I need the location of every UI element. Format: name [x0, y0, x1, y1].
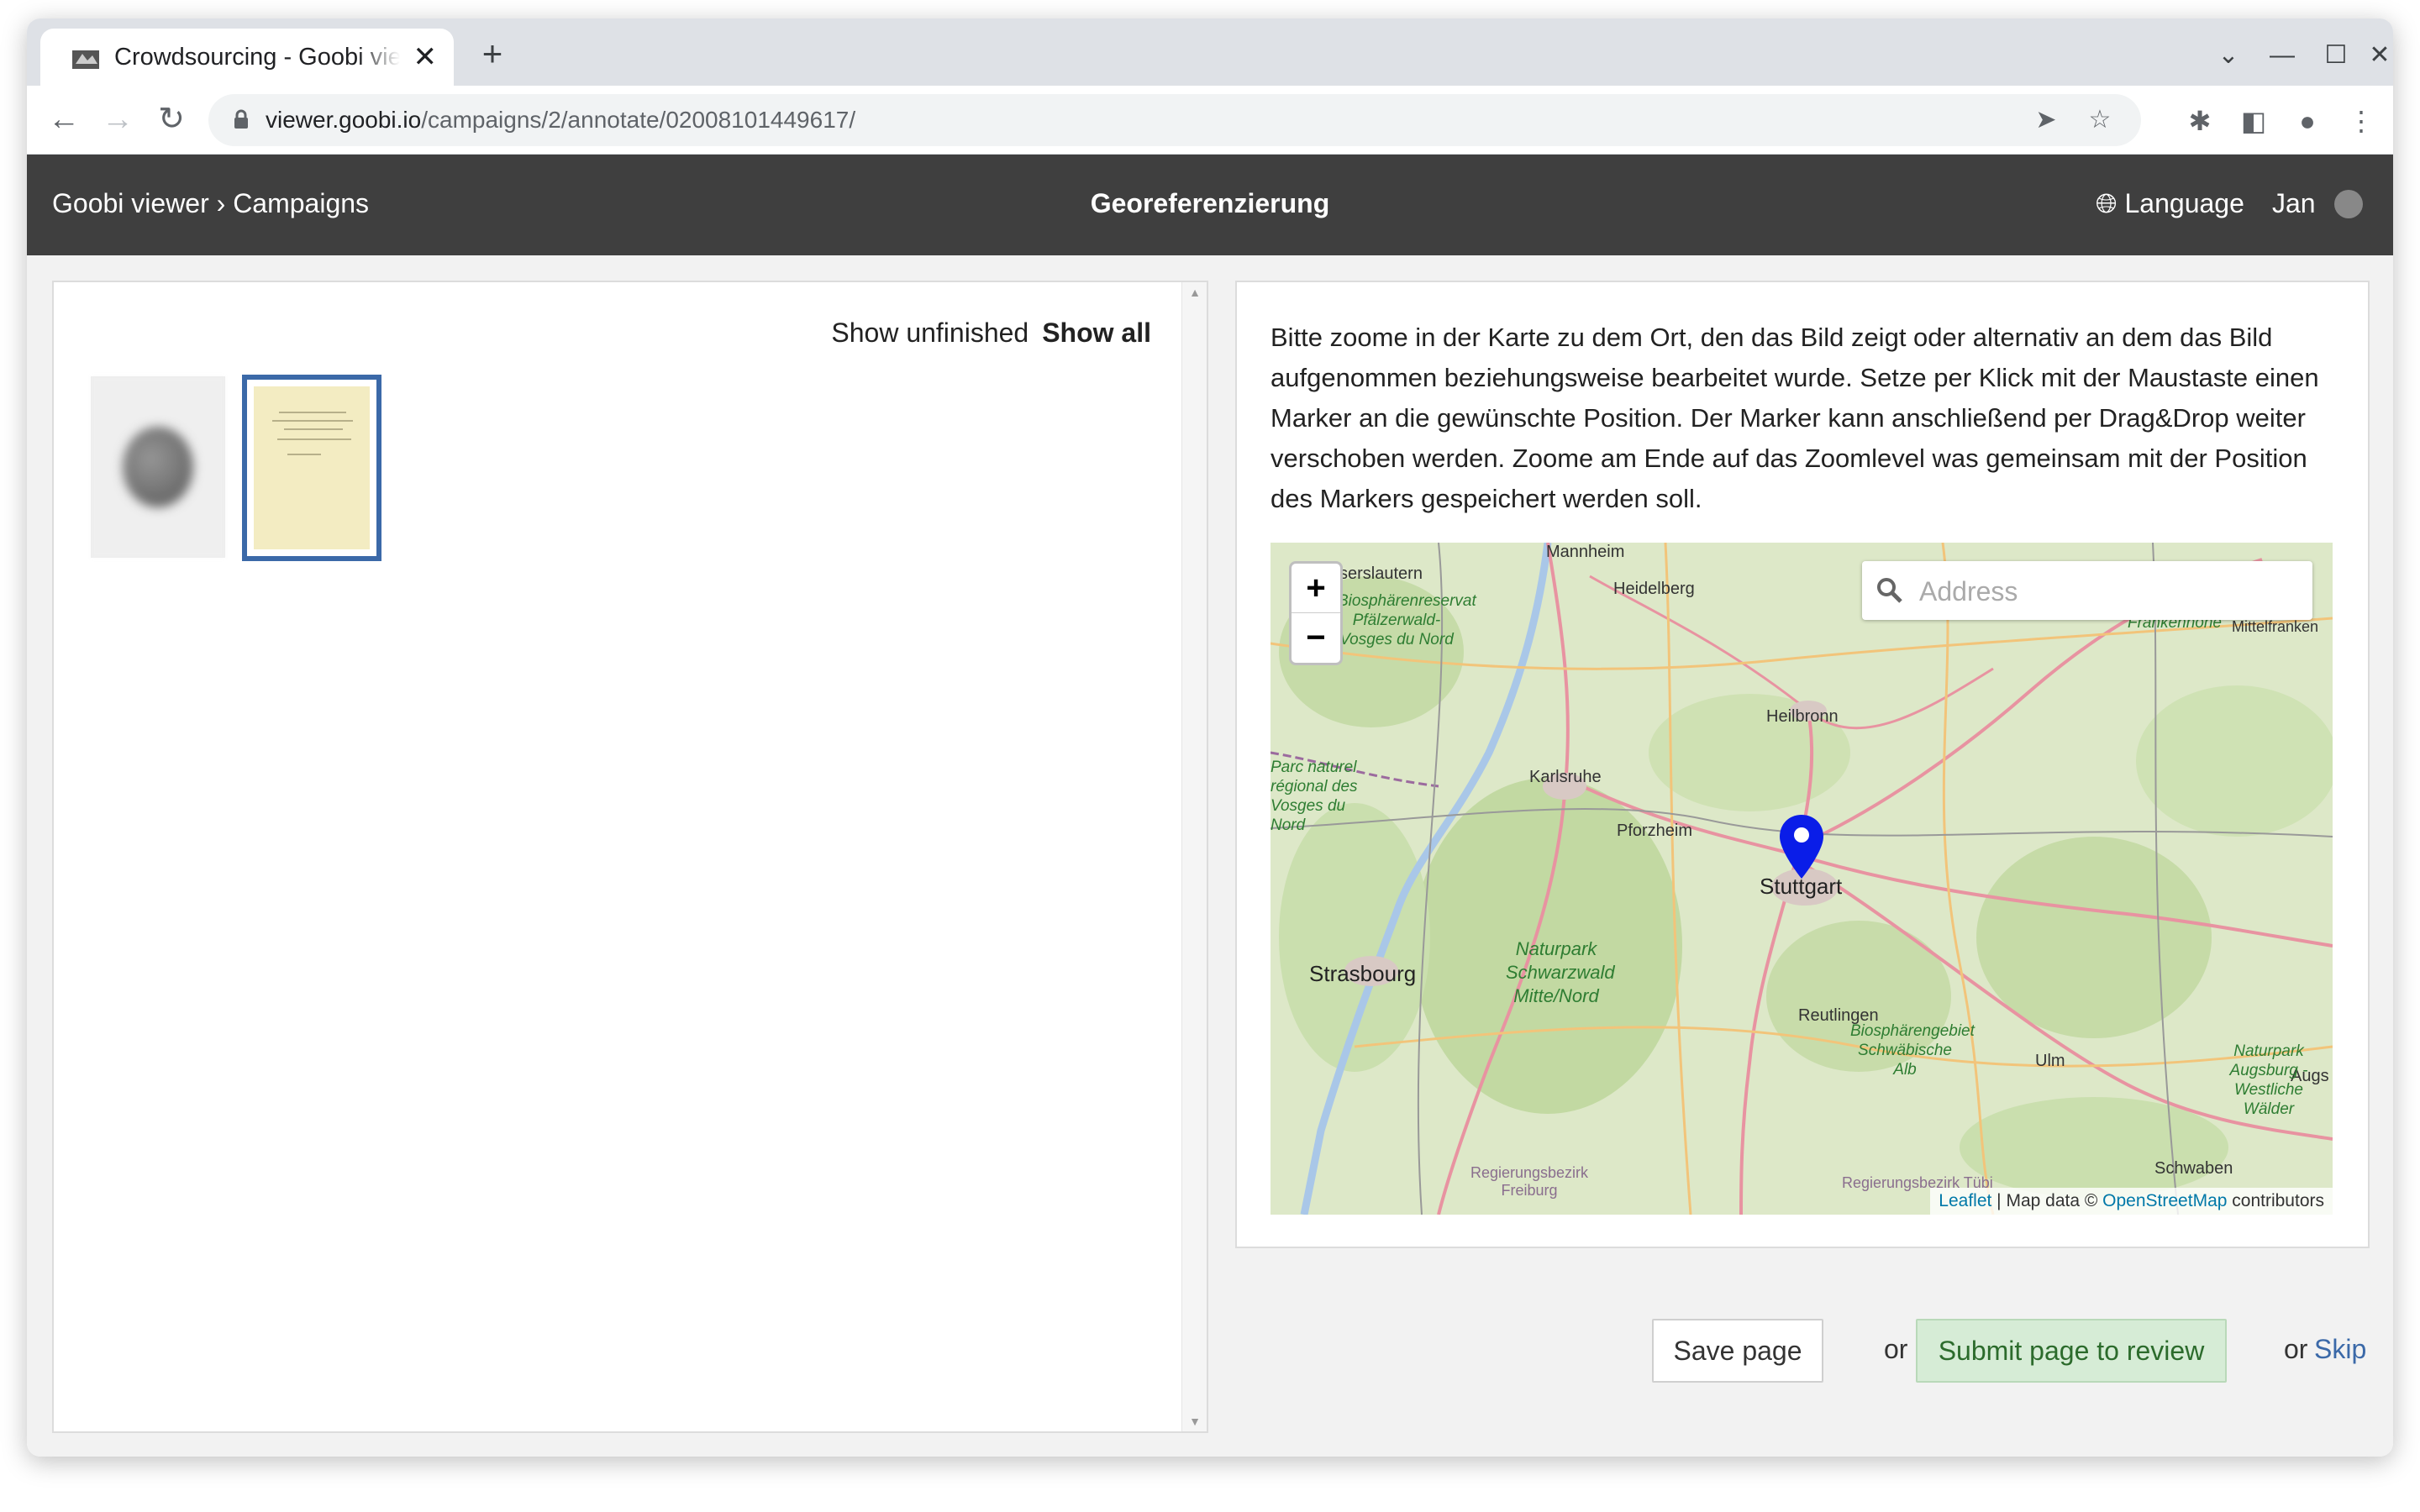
avatar[interactable]: [2334, 190, 2363, 218]
url-text: viewer.goobi.io/campaigns/2/annotate/020…: [266, 107, 856, 133]
map[interactable]: Mannheim serslautern Heidelberg Heilbron…: [1270, 543, 2333, 1215]
thumbnail-overlay: [91, 376, 225, 558]
maximize-icon[interactable]: ☐: [2312, 32, 2360, 79]
or-separator: or: [1884, 1334, 1908, 1364]
map-label-heidelberg: Heidelberg: [1613, 580, 1695, 598]
browser-window: Crowdsourcing - Goobi viewer ✕ + ⌄ — ☐ ✕…: [27, 18, 2393, 1457]
thumbnail-2-selected[interactable]: [242, 375, 381, 561]
skip-link[interactable]: Skip: [2314, 1334, 2366, 1365]
image-list-panel: Show unfinished Show all ▲ ▼: [52, 281, 1208, 1433]
minimize-icon[interactable]: —: [2259, 32, 2306, 79]
map-label-pfalzerwald: Biosphärenreservat Pfälzerwald- Vosges d…: [1338, 592, 1476, 648]
menu-kebab-icon[interactable]: ⋮: [2341, 101, 2381, 141]
goobi-favicon-icon: [72, 50, 99, 69]
reload-icon[interactable]: ↻: [148, 96, 195, 143]
app-header: Goobi viewer › Campaigns Georeferenzieru…: [27, 155, 2393, 255]
tab-close-icon[interactable]: ✕: [413, 40, 438, 74]
save-page-button[interactable]: Save page: [1652, 1319, 1823, 1383]
attribution-tail: contributors: [2227, 1191, 2324, 1210]
osm-link[interactable]: OpenStreetMap: [2102, 1191, 2227, 1210]
send-icon[interactable]: ➤: [2028, 102, 2064, 138]
map-label-schwaben: Schwaben: [2154, 1159, 2233, 1178]
map-label-mannheim: Mannheim: [1546, 543, 1625, 561]
instructions-text: Bitte zoome in der Karte zu dem Ort, den…: [1270, 323, 2319, 513]
thumbnail-1[interactable]: [91, 376, 225, 558]
map-marker-icon[interactable]: [1778, 813, 1825, 880]
browser-toolbar: ← → ↻ viewer.goobi.io/campaigns/2/annota…: [27, 86, 2393, 155]
or-separator: or: [2284, 1334, 2308, 1364]
new-tab-icon[interactable]: +: [472, 35, 513, 76]
extensions-icon[interactable]: ✱: [2180, 101, 2220, 141]
globe-icon: 🌐︎: [2096, 188, 2125, 218]
address-input[interactable]: Address: [1919, 576, 2018, 607]
tab-search-icon[interactable]: ⌄: [2205, 32, 2252, 79]
bookmark-star-icon[interactable]: ☆: [2082, 102, 2118, 138]
filter-bar: Show unfinished Show all: [831, 318, 1151, 349]
filter-unfinished[interactable]: Show unfinished: [831, 318, 1028, 348]
map-label-strasbourg: Strasbourg: [1309, 961, 1417, 986]
map-label-augsburg: Naturpark Augsburg - Westliche Wälder: [2229, 1042, 2308, 1118]
scroll-up-icon[interactable]: ▲: [1182, 286, 1207, 299]
attribution-text: | Map data ©: [1991, 1191, 2103, 1210]
map-label-vosges: Parc naturel régional des Vosges du Nord: [1270, 759, 1358, 834]
window-close-icon[interactable]: ✕: [2366, 32, 2393, 79]
address-bar[interactable]: viewer.goobi.io/campaigns/2/annotate/020…: [208, 94, 2141, 146]
map-label-ulm: Ulm: [2035, 1052, 2065, 1070]
scroll-down-icon[interactable]: ▼: [1182, 1415, 1207, 1428]
main-content: Show unfinished Show all ▲ ▼ Bitte zoome…: [27, 255, 2393, 1457]
address-search[interactable]: Address: [1862, 561, 2312, 620]
language-switcher[interactable]: 🌐︎ Language: [2096, 188, 2244, 220]
map-label-pforzheim: Pforzheim: [1617, 822, 1693, 840]
forward-icon[interactable]: →: [94, 96, 141, 143]
map-label-heilbronn: Heilbronn: [1766, 707, 1839, 726]
back-icon[interactable]: ←: [40, 96, 87, 143]
browser-tab[interactable]: Crowdsourcing - Goobi viewer ✕: [40, 29, 454, 86]
language-label: Language: [2124, 188, 2244, 218]
page-title: Georeferenzierung: [1090, 188, 1330, 218]
map-label-schwabische: Biosphärengebiet Schwäbische Alb: [1850, 1022, 1975, 1079]
map-label-schwarzwald: Naturpark Schwarzwald Mitte/Nord: [1506, 938, 1615, 1006]
user-name[interactable]: Jan: [2272, 188, 2316, 219]
map-label-mittelfranken: Mittelfranken: [2232, 618, 2319, 635]
side-panel-icon[interactable]: ◧: [2233, 101, 2274, 141]
zoom-out-button[interactable]: −: [1292, 613, 1340, 663]
search-icon: [1877, 578, 1902, 603]
submit-review-button[interactable]: Submit page to review: [1916, 1319, 2227, 1383]
map-label-freiburg: Regierungsbezirk Freiburg: [1470, 1164, 1589, 1199]
filter-all[interactable]: Show all: [1042, 318, 1151, 348]
profile-icon[interactable]: ●: [2287, 101, 2328, 141]
annotation-panel: Bitte zoome in der Karte zu dem Ort, den…: [1235, 281, 2370, 1248]
tab-strip: Crowdsourcing - Goobi viewer ✕ + ⌄ — ☐ ✕: [27, 18, 2393, 86]
zoom-control: + −: [1289, 561, 1343, 665]
thumbnail-image: [254, 386, 370, 549]
map-attribution: Leaflet | Map data © OpenStreetMap contr…: [1930, 1188, 2333, 1215]
tab-title: Crowdsourcing - Goobi viewer: [114, 44, 400, 71]
map-label-karlsruhe: Karlsruhe: [1529, 768, 1602, 786]
zoom-in-button[interactable]: +: [1292, 564, 1340, 613]
scrollbar[interactable]: ▲ ▼: [1181, 282, 1207, 1431]
leaflet-link[interactable]: Leaflet: [1939, 1191, 1991, 1210]
lock-icon: [234, 109, 248, 129]
map-label-kaiserslautern: serslautern: [1339, 564, 1423, 583]
